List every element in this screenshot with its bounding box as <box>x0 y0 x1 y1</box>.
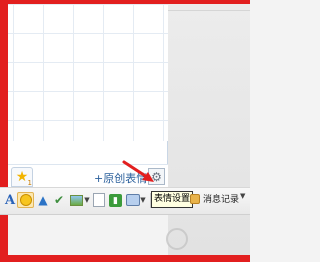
message-history-icon[interactable] <box>190 194 200 204</box>
window-divider <box>168 10 250 11</box>
chevron-down-icon[interactable]: ▼ <box>140 192 146 208</box>
star-icon: ★ <box>15 169 29 185</box>
emoji-icon <box>19 194 32 206</box>
document-icon[interactable] <box>93 193 105 207</box>
watermark-logo-icon <box>166 228 188 250</box>
favorites-badge: 1 <box>27 179 32 187</box>
red-frame-left <box>0 0 8 262</box>
check-icon[interactable]: ✔ <box>52 192 66 208</box>
chevron-down-icon[interactable]: ▼ <box>240 192 245 200</box>
annotation-arrow <box>122 160 154 182</box>
shake-icon[interactable]: ▲ <box>36 192 50 208</box>
chat-window-background <box>168 4 250 255</box>
chevron-down-icon[interactable]: ▼ <box>84 192 90 208</box>
message-history-button[interactable]: 消息记录 <box>203 192 239 205</box>
emoji-grid[interactable] <box>8 4 168 141</box>
green-app-icon[interactable]: ▮ <box>109 194 122 207</box>
favorites-tab[interactable]: ★ 1 <box>11 167 33 187</box>
red-frame-bottom <box>0 255 250 262</box>
emoji-settings-tooltip: 表情设置 <box>151 191 194 208</box>
emoji-button[interactable] <box>17 192 34 208</box>
image-icon[interactable] <box>70 195 83 206</box>
font-icon[interactable]: A <box>4 192 16 208</box>
watermark <box>166 225 246 253</box>
screenshot-icon[interactable] <box>126 194 140 206</box>
